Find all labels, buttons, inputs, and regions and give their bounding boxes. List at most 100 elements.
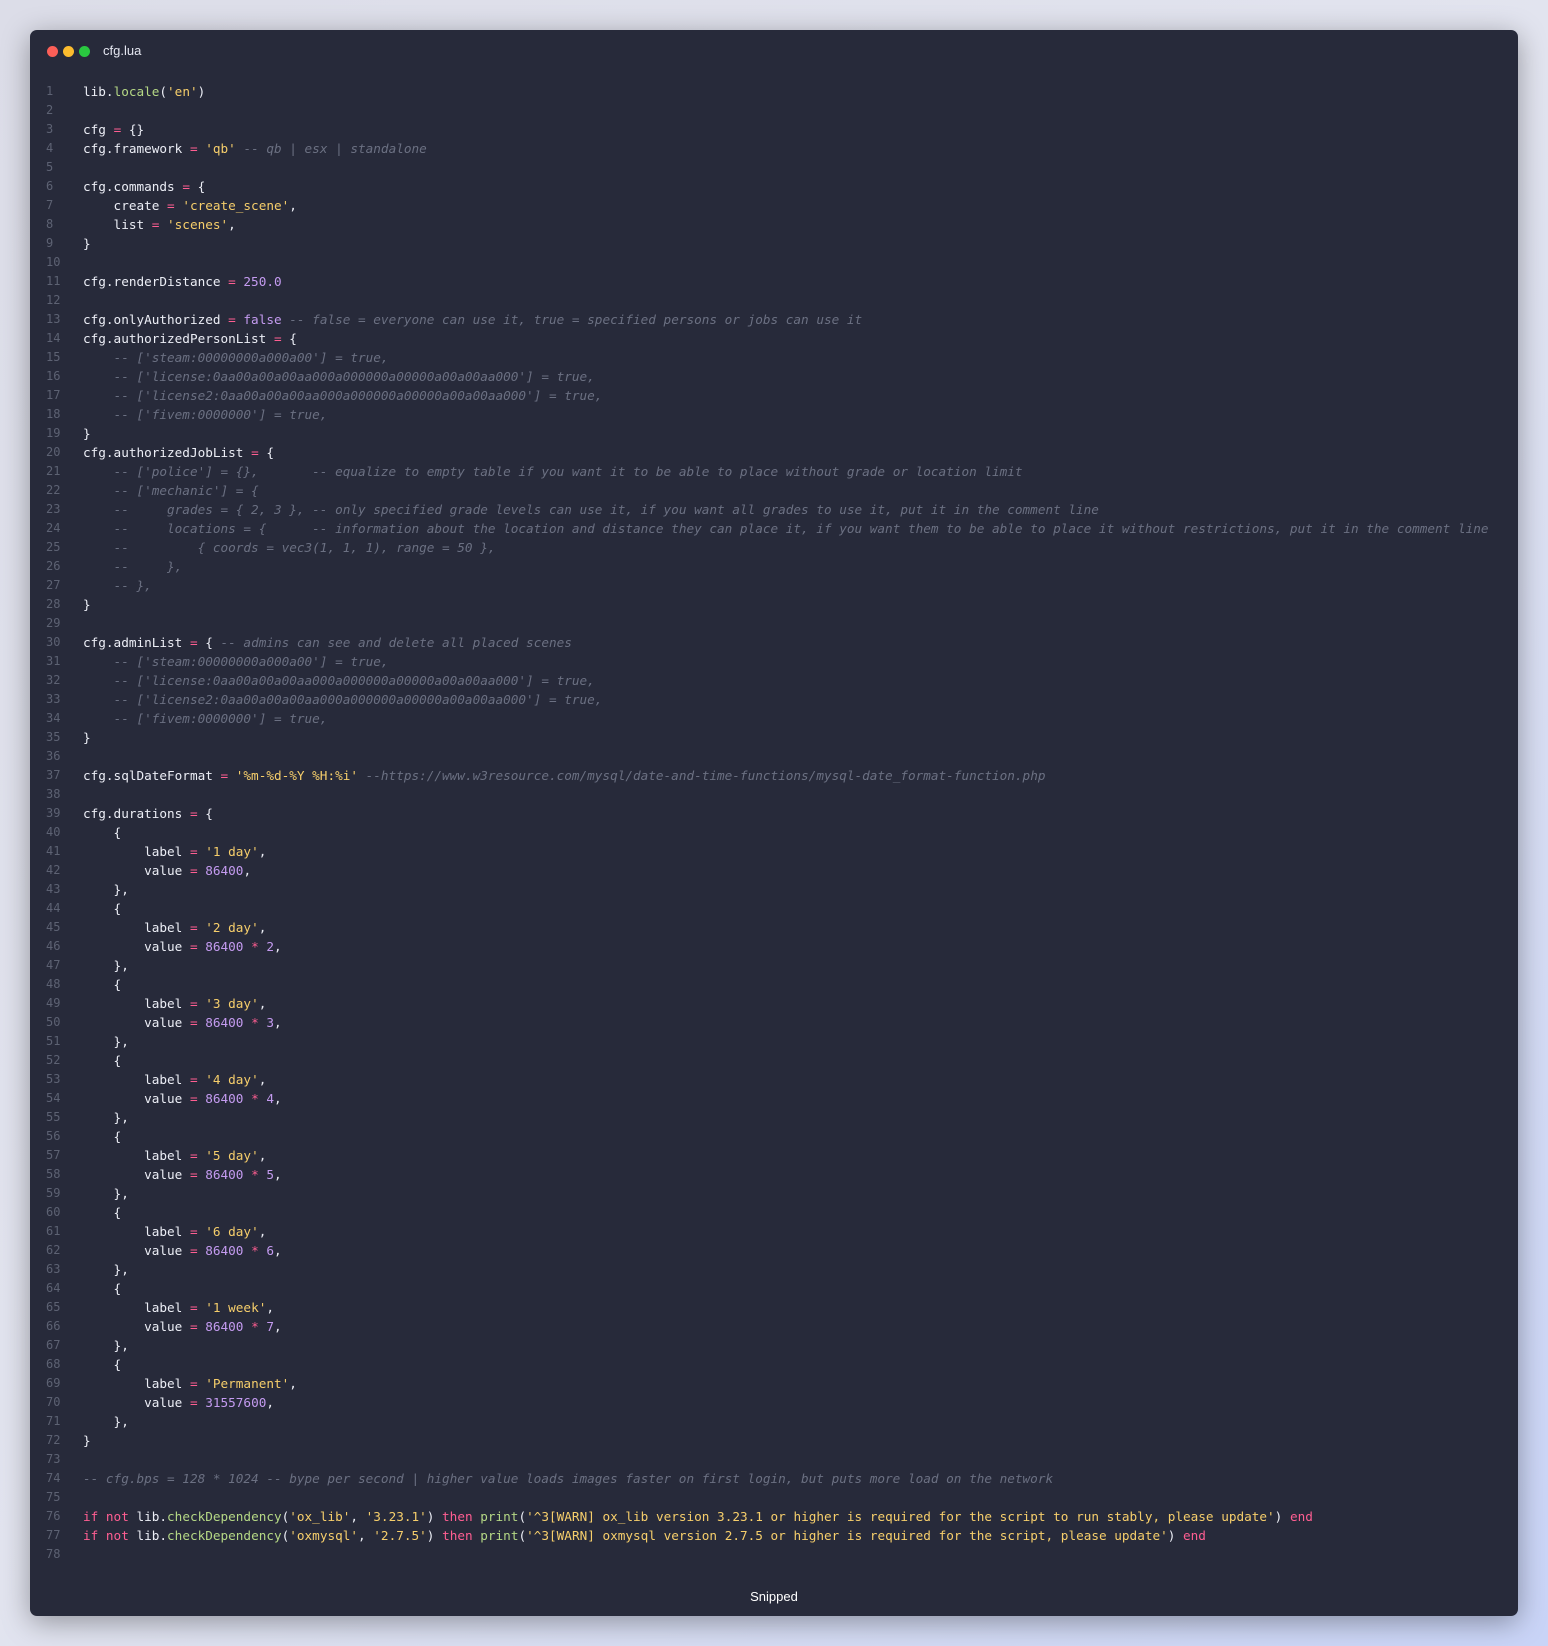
code-token-number: 250.0 bbox=[243, 274, 282, 289]
minimize-window-button[interactable] bbox=[63, 46, 74, 57]
line-content: label = '4 day', bbox=[83, 1070, 266, 1089]
code-token-operator: = bbox=[182, 179, 190, 194]
code-token-plain: }, bbox=[83, 1338, 129, 1353]
code-line: 72} bbox=[30, 1431, 1518, 1450]
code-token-operator: = bbox=[189, 1167, 198, 1182]
line-number: 47 bbox=[46, 958, 61, 972]
line-content: -- ['steam:00000000a000a00'] = true, bbox=[83, 348, 389, 367]
code-token-plain: }, bbox=[83, 958, 129, 973]
code-token-number: 31557600 bbox=[205, 1395, 267, 1410]
code-line: 70 value = 31557600, bbox=[30, 1393, 1518, 1412]
line-content: }, bbox=[83, 1412, 129, 1431]
line-number: 4 bbox=[46, 141, 54, 155]
code-line: 24 -- locations = { -- information about… bbox=[30, 519, 1518, 538]
code-line: 54 value = 86400 * 4, bbox=[30, 1089, 1518, 1108]
line-number: 52 bbox=[46, 1053, 61, 1067]
code-token-plain: , bbox=[274, 1091, 282, 1106]
code-line: 8 list = 'scenes', bbox=[30, 215, 1518, 234]
line-number: 70 bbox=[46, 1395, 61, 1409]
code-token-plain: { bbox=[83, 901, 122, 916]
code-line: 30 cfg.adminList = { -- admins can see an… bbox=[30, 633, 1518, 652]
close-window-button[interactable] bbox=[47, 46, 58, 57]
line-content: label = '1 week', bbox=[83, 1298, 274, 1317]
code-token-plain: }, bbox=[83, 1110, 129, 1125]
line-number: 59 bbox=[46, 1186, 61, 1200]
code-line: 68 { bbox=[30, 1355, 1518, 1374]
code-token-operator: = bbox=[167, 198, 175, 213]
code-token-operator: = bbox=[189, 141, 198, 156]
code-token-operator: = bbox=[228, 274, 236, 289]
line-content: if not lib.checkDependency ('ox_lib', '3.… bbox=[83, 1507, 1313, 1526]
code-token-plain: } bbox=[83, 1433, 91, 1448]
code-line: 55 }, bbox=[30, 1108, 1518, 1127]
code-line: 69 label = 'Permanent', bbox=[30, 1374, 1518, 1393]
line-number: 8 bbox=[46, 217, 54, 231]
code-token-plain: cfg.authorizedPersonList bbox=[83, 331, 274, 346]
line-number: 68 bbox=[46, 1357, 61, 1371]
line-content: -- grades = { 2, 3 }, -- only specified … bbox=[83, 500, 1099, 519]
line-number: 45 bbox=[46, 920, 61, 934]
line-number: 53 bbox=[46, 1072, 61, 1086]
line-content: }, bbox=[83, 1032, 129, 1051]
line-number: 44 bbox=[46, 901, 61, 915]
code-line: 19} bbox=[30, 424, 1518, 443]
code-token-operator: = bbox=[189, 939, 198, 954]
code-token-operator: = bbox=[189, 1091, 198, 1106]
code-line: 48 { bbox=[30, 975, 1518, 994]
code-token-plain: cfg.authorizedJobList bbox=[83, 445, 252, 460]
line-number: 60 bbox=[46, 1205, 61, 1219]
code-token-plain: value bbox=[83, 1091, 190, 1106]
line-number: 41 bbox=[46, 844, 61, 858]
code-token-string: '2.7.5' bbox=[373, 1528, 427, 1543]
code-token-operator: * bbox=[251, 1091, 259, 1106]
line-number: 3 bbox=[46, 122, 54, 136]
line-number: 67 bbox=[46, 1338, 61, 1352]
code-token-plain: , bbox=[258, 920, 267, 935]
line-number: 64 bbox=[46, 1281, 61, 1295]
code-line: 25 -- { coords = vec3(1, 1, 1), range = … bbox=[30, 538, 1518, 557]
code-line: 35} bbox=[30, 728, 1518, 747]
maximize-window-button[interactable] bbox=[79, 46, 90, 57]
code-token-plain: value bbox=[83, 1319, 190, 1334]
code-line: 9} bbox=[30, 234, 1518, 253]
code-line: 14 cfg.authorizedPersonList = { bbox=[30, 329, 1518, 348]
code-line: 46 value = 86400 * 2, bbox=[30, 937, 1518, 956]
line-content: cfg.onlyAuthorized = false -- false = ev… bbox=[83, 310, 862, 329]
code-line: 58 value = 86400 * 5, bbox=[30, 1165, 1518, 1184]
line-number: 61 bbox=[46, 1224, 61, 1238]
line-content: value = 86400 * 7, bbox=[83, 1317, 282, 1336]
code-token-operator: = bbox=[189, 1148, 198, 1163]
code-line: 59 }, bbox=[30, 1184, 1518, 1203]
code-token-comment: -- ['mechanic'] = { bbox=[113, 483, 259, 498]
code-line: 39 cfg.durations = { bbox=[30, 804, 1518, 823]
code-token-plain: }, bbox=[83, 1034, 129, 1049]
line-number: 27 bbox=[46, 578, 61, 592]
code-token-plain: ( bbox=[518, 1509, 527, 1524]
line-content: value = 86400 * 6, bbox=[83, 1241, 282, 1260]
code-line: 61 label = '6 day', bbox=[30, 1222, 1518, 1241]
line-number: 54 bbox=[46, 1091, 61, 1105]
code-token-operator: * bbox=[251, 1319, 259, 1334]
line-content: { bbox=[83, 975, 122, 994]
code-token-operator: = bbox=[189, 920, 198, 935]
line-number: 9 bbox=[46, 236, 54, 250]
code-token-operator: = bbox=[189, 1243, 198, 1258]
code-token-string: '3.23.1' bbox=[365, 1509, 427, 1524]
code-token-string: '4 day' bbox=[205, 1072, 259, 1087]
code-token-operator: = bbox=[189, 1395, 198, 1410]
footer-label: Snipped bbox=[750, 1589, 798, 1604]
code-token-plain: ( bbox=[518, 1528, 527, 1543]
code-line: 23 -- grades = { 2, 3 }, -- only specifi… bbox=[30, 500, 1518, 519]
line-content: } bbox=[83, 234, 91, 253]
code-token-plain: { bbox=[83, 1357, 122, 1372]
code-line: 4 cfg.framework = 'qb' -- qb | esx | stan… bbox=[30, 139, 1518, 158]
code-token-plain: {} bbox=[121, 122, 145, 137]
code-token-plain: value bbox=[83, 1243, 190, 1258]
line-number: 10 bbox=[46, 255, 61, 269]
line-number: 11 bbox=[46, 274, 61, 288]
line-number: 24 bbox=[46, 521, 61, 535]
